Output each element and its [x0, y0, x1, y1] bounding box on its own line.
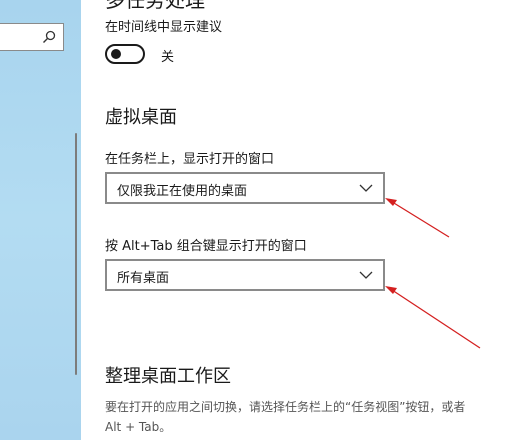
page-title: 多任务处理 — [105, 0, 205, 12]
scrollbar[interactable] — [75, 133, 77, 375]
search-icon[interactable] — [41, 29, 57, 45]
toggle-state-label: 关 — [161, 50, 175, 65]
taskbar-windows-label: 在任务栏上，显示打开的窗口 — [105, 152, 275, 167]
search-input[interactable] — [0, 23, 64, 51]
timeline-suggestions-label: 在时间线中显示建议 — [105, 20, 223, 35]
taskbar-windows-dropdown[interactable]: 仅限我正在使用的桌面 — [105, 172, 385, 204]
snap-heading: 整理桌面工作区 — [105, 366, 231, 387]
toggle-knob — [111, 49, 121, 59]
alt-tab-dropdown[interactable]: 所有桌面 — [105, 259, 385, 291]
sidebar — [0, 0, 81, 440]
alt-tab-label: 按 Alt+Tab 组合键显示打开的窗口 — [105, 239, 307, 254]
settings-panel: 多任务处理 在时间线中显示建议 关 虚拟桌面 在任务栏上，显示打开的窗口 仅限我… — [81, 0, 514, 440]
chevron-down-icon — [359, 184, 373, 192]
timeline-suggestions-toggle[interactable] — [105, 44, 145, 64]
alt-tab-selected: 所有桌面 — [117, 271, 170, 286]
snap-description-line1: 要在打开的应用之间切换，请选择任务栏上的“任务视图”按钮，或者 — [105, 400, 466, 414]
chevron-down-icon — [359, 271, 373, 279]
virtual-desktops-heading: 虚拟桌面 — [105, 107, 177, 128]
snap-description: 要在打开的应用之间切换，请选择任务栏上的“任务视图”按钮，或者 Alt + Ta… — [105, 397, 514, 437]
taskbar-windows-selected: 仅限我正在使用的桌面 — [117, 184, 248, 199]
snap-description-line2: Alt + Tab。 — [105, 420, 172, 434]
